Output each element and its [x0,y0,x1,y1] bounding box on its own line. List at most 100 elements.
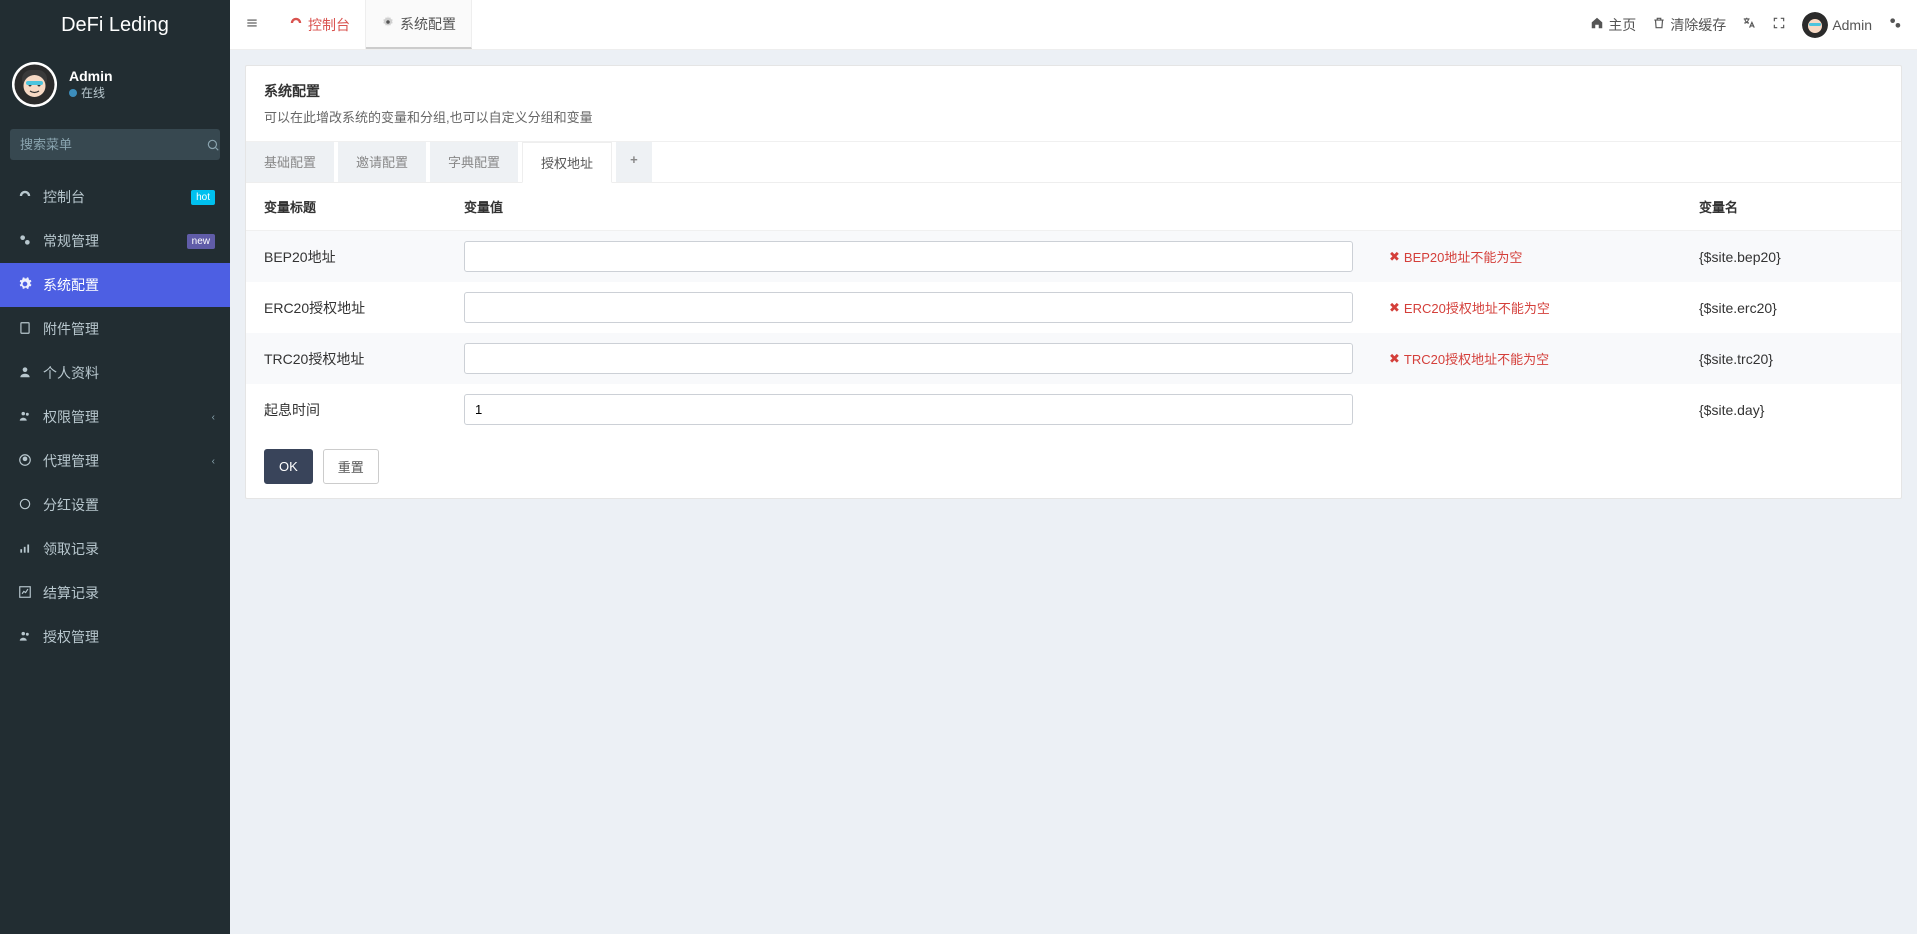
hamburger-icon[interactable] [230,16,274,33]
sidebar-item-label: 系统配置 [43,275,215,295]
topbar: 控制台 系统配置 主页 清除缓存 [230,0,1917,50]
sidebar-item-attachment[interactable]: 附件管理 [0,307,230,351]
gears-icon [1888,16,1902,33]
row-error: ✖TRC20授权地址不能为空 [1389,349,1663,368]
row-input-erc20[interactable] [464,292,1353,323]
gear-icon [381,15,395,32]
sidebar-item-settle[interactable]: 结算记录 [0,571,230,615]
trash-icon [1652,16,1666,33]
clear-cache-button[interactable]: 清除缓存 [1652,15,1726,35]
expand-icon [1772,16,1786,33]
row-title: TRC20授权地址 [246,333,446,384]
form-table: 变量标题 变量值 变量名 BEP20地址 ✖BEP20地址不能为空 {$site… [246,183,1901,435]
error-icon: ✖ [1389,300,1400,316]
row-name: {$site.erc20} [1681,282,1901,333]
avatar[interactable] [12,62,57,107]
user-icon [15,365,35,382]
sidebar-search [10,129,220,160]
table-row: ERC20授权地址 ✖ERC20授权地址不能为空 {$site.erc20} [246,282,1901,333]
sidebar-item-dividend[interactable]: 分红设置 [0,483,230,527]
fullscreen-button[interactable] [1772,16,1786,33]
sidebar-item-profile[interactable]: 个人资料 [0,351,230,395]
ptab-dict[interactable]: 字典配置 [430,142,518,182]
panel-tabs: 基础配置 邀请配置 字典配置 授权地址 + [246,142,1901,183]
sidebar-item-console[interactable]: 控制台 hot [0,175,230,219]
sidebar-item-label: 授权管理 [43,627,215,647]
app-logo[interactable]: DeFi Leding [0,0,230,50]
row-error: ✖ERC20授权地址不能为空 [1389,298,1663,317]
panel-title: 系统配置 [264,81,1883,101]
language-icon [1742,16,1756,33]
user-panel: Admin 在线 [0,50,230,119]
tab-label: 系统配置 [400,14,456,34]
ptab-auth-addr[interactable]: 授权地址 [522,142,612,183]
panel-desc: 可以在此增改系统的变量和分组,也可以自定义分组和变量 [264,107,1883,126]
sidebar-item-label: 代理管理 [43,451,212,471]
sidebar-item-system-config[interactable]: 系统配置 [0,263,230,307]
row-input-trc20[interactable] [464,343,1353,374]
sidebar-item-label: 领取记录 [43,539,215,559]
table-row: BEP20地址 ✖BEP20地址不能为空 {$site.bep20} [246,231,1901,283]
row-name: {$site.day} [1681,384,1901,435]
home-icon [1590,16,1604,33]
gears-icon [15,233,35,250]
home-button[interactable]: 主页 [1590,15,1636,35]
row-input-bep20[interactable] [464,241,1353,272]
tab-system-config[interactable]: 系统配置 [366,0,472,49]
th-name: 变量名 [1681,183,1901,231]
sidebar-item-label: 分红设置 [43,495,215,515]
ok-button[interactable]: OK [264,449,313,484]
table-row: 起息时间 {$site.day} [246,384,1901,435]
row-name: {$site.trc20} [1681,333,1901,384]
dashboard-icon [289,16,303,33]
row-title: BEP20地址 [246,231,446,283]
file-icon [15,321,35,338]
user-menu-label: Admin [1832,17,1872,33]
chevron-left-icon: ‹ [212,412,215,423]
ptab-basic[interactable]: 基础配置 [246,142,334,182]
error-icon: ✖ [1389,249,1400,265]
user-name: Admin [69,68,113,84]
tab-label: 控制台 [308,15,350,35]
th-err-spacer [1371,183,1681,231]
reset-button[interactable]: 重置 [323,449,379,484]
chart-icon [15,585,35,602]
search-input[interactable] [10,129,206,160]
sidebar-item-auth[interactable]: 授权管理 [0,615,230,659]
search-icon[interactable] [206,129,220,160]
row-input-day[interactable] [464,394,1353,425]
panel: 系统配置 可以在此增改系统的变量和分组,也可以自定义分组和变量 基础配置 邀请配… [245,65,1902,499]
dashboard-icon [15,189,35,206]
settings-button[interactable] [1888,16,1902,33]
sidebar-item-claim[interactable]: 领取记录 [0,527,230,571]
th-title: 变量标题 [246,183,446,231]
sidebar-item-permission[interactable]: 权限管理 ‹ [0,395,230,439]
row-title: 起息时间 [246,384,446,435]
chevron-left-icon: ‹ [212,456,215,467]
sidebar-menu: 控制台 hot 常规管理 new 系统配置 附件管理 个人资料 [0,175,230,659]
user-status: 在线 [69,84,113,101]
sidebar: DeFi Leding Admin 在线 控制台 hot [0,0,230,934]
language-button[interactable] [1742,16,1756,33]
sidebar-item-general[interactable]: 常规管理 new [0,219,230,263]
user-circle-icon [15,453,35,470]
avatar-small [1802,12,1828,38]
ptab-add[interactable]: + [616,142,652,182]
gear-icon [15,277,35,294]
ptab-invite[interactable]: 邀请配置 [338,142,426,182]
row-title: ERC20授权地址 [246,282,446,333]
user-menu[interactable]: Admin [1802,12,1872,38]
row-name: {$site.bep20} [1681,231,1901,283]
badge-new: new [187,234,215,249]
sidebar-item-label: 常规管理 [43,231,187,251]
sidebar-item-agent[interactable]: 代理管理 ‹ [0,439,230,483]
sidebar-item-label: 附件管理 [43,319,215,339]
sidebar-item-label: 个人资料 [43,363,215,383]
sidebar-item-label: 权限管理 [43,407,212,427]
th-value: 变量值 [446,183,1371,231]
tab-console[interactable]: 控制台 [274,0,366,49]
badge-hot: hot [191,190,215,205]
error-icon: ✖ [1389,351,1400,367]
row-error: ✖BEP20地址不能为空 [1389,247,1663,266]
sidebar-item-label: 控制台 [43,187,191,207]
